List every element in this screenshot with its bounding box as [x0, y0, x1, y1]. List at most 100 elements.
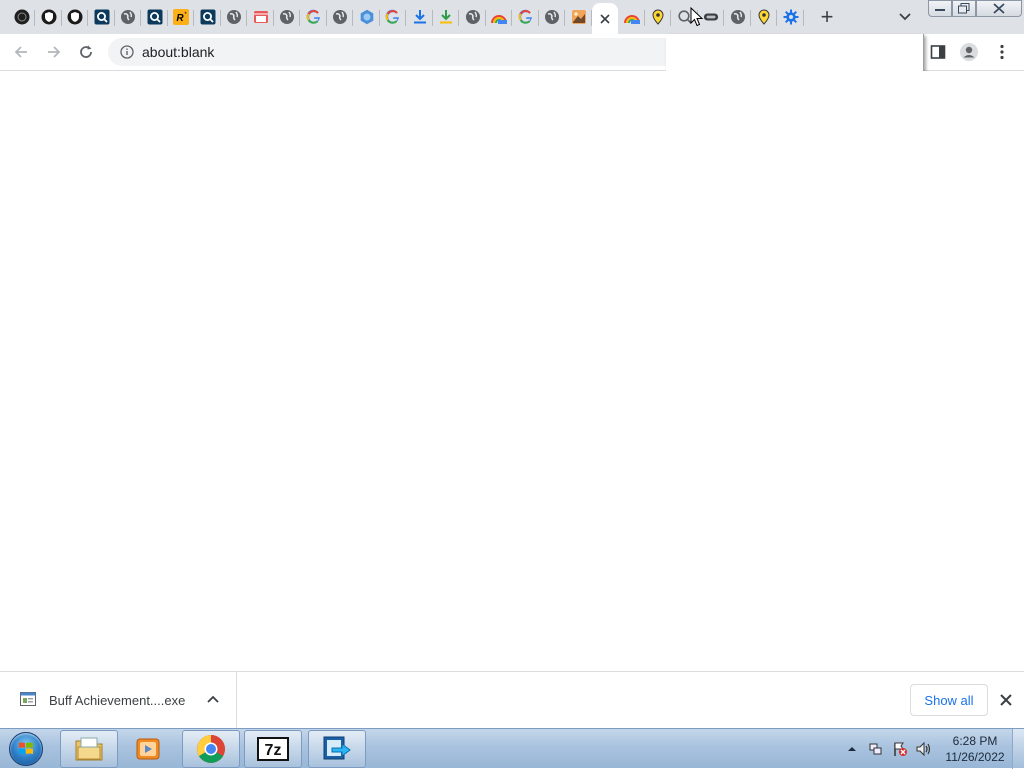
rockstar-icon: R *	[173, 9, 189, 25]
link-icon	[703, 9, 719, 25]
browser-tab[interactable]	[221, 3, 247, 31]
browser-tab[interactable]	[407, 3, 433, 31]
window-controls	[928, 0, 1022, 18]
browser-tab[interactable]	[539, 3, 565, 31]
side-panel-button[interactable]	[924, 38, 952, 66]
browser-tab[interactable]	[301, 3, 327, 31]
browser-tab[interactable]	[513, 3, 539, 31]
arrow-right-icon	[48, 46, 61, 58]
flag-error-icon	[894, 742, 907, 756]
info-icon[interactable]	[120, 45, 134, 59]
windows-logo-icon	[9, 732, 43, 766]
chevron-down-icon	[899, 13, 911, 21]
page-content	[0, 71, 1024, 671]
gear-icon	[783, 9, 799, 25]
photo-icon	[571, 9, 587, 25]
more-vertical-icon	[1000, 44, 1004, 60]
start-button[interactable]	[6, 730, 46, 768]
tab-active[interactable]	[592, 3, 618, 34]
google-icon	[306, 9, 322, 25]
browser-tab[interactable]	[248, 3, 274, 31]
browser-tab[interactable]	[9, 3, 35, 31]
close-icon[interactable]	[597, 11, 613, 27]
browser-tab[interactable]	[433, 3, 459, 31]
taskbar-media-player[interactable]	[120, 730, 176, 768]
exe-file-icon	[20, 692, 36, 706]
taskbar-chrome[interactable]	[182, 730, 240, 768]
browser-tab[interactable]	[327, 3, 353, 31]
taskbar-7zip[interactable]: 7z	[244, 730, 302, 768]
browser-tab[interactable]	[115, 3, 141, 31]
download-filename: Buff Achievement....exe	[49, 693, 186, 708]
taskbar-remote-app[interactable]	[308, 730, 366, 768]
chevron-up-icon	[207, 695, 219, 703]
remote-arrow-icon	[323, 736, 351, 760]
browser-tab[interactable]	[486, 3, 512, 31]
browser-tab[interactable]: R *	[168, 3, 194, 31]
hexagon-icon	[359, 9, 375, 25]
tray-expand-button[interactable]	[842, 739, 862, 759]
minimize-button[interactable]	[928, 0, 952, 17]
browser-tab[interactable]	[566, 3, 592, 31]
tray-volume[interactable]	[914, 739, 934, 759]
browser-tab[interactable]	[619, 3, 645, 31]
browser-tab[interactable]	[36, 3, 62, 31]
close-shelf-button[interactable]	[996, 690, 1016, 710]
globe-icon	[730, 9, 746, 25]
7zip-icon: 7z	[257, 737, 289, 761]
map-pin-icon	[756, 9, 772, 25]
dark-circle-icon	[14, 9, 30, 25]
chrome-icon	[197, 735, 225, 763]
close-window-button[interactable]	[976, 0, 1022, 17]
media-player-icon	[136, 738, 160, 760]
folder-icon	[75, 737, 103, 761]
taskbar-clock[interactable]: 6:28 PM 11/26/2022	[940, 733, 1010, 765]
browser-tab[interactable]	[62, 3, 88, 31]
map-pin-icon	[650, 9, 666, 25]
browser-tab[interactable]	[725, 3, 751, 31]
globe-icon	[332, 9, 348, 25]
address-bar[interactable]: about:blank	[108, 38, 708, 66]
download-shelf: Buff Achievement....exe Show all	[0, 671, 1024, 728]
reload-button[interactable]	[72, 38, 100, 66]
browser-tab[interactable]	[460, 3, 486, 31]
side-panel-icon	[930, 45, 946, 59]
google-icon	[385, 9, 401, 25]
tray-network[interactable]	[866, 739, 886, 759]
forward-button[interactable]	[40, 38, 68, 66]
new-tab-button[interactable]: +	[814, 4, 840, 30]
address-url: about:blank	[142, 44, 215, 60]
system-tray	[840, 729, 936, 769]
tray-action-center[interactable]	[890, 739, 910, 759]
clock-date: 11/26/2022	[945, 750, 1005, 764]
globe-icon	[544, 9, 560, 25]
browser-tab[interactable]	[274, 3, 300, 31]
show-desktop-button[interactable]	[1012, 729, 1024, 769]
browser-tab[interactable]	[142, 3, 168, 31]
tab-search-button[interactable]	[894, 6, 916, 28]
browser-tab[interactable]	[354, 3, 380, 31]
taskbar: 7z 6:28 PM 11/26/2022	[0, 728, 1024, 769]
rainbow-icon	[623, 9, 640, 25]
back-button[interactable]	[7, 38, 35, 66]
browser-tab[interactable]	[645, 3, 671, 31]
search-box-icon	[147, 9, 163, 25]
minimize-icon	[935, 8, 945, 11]
globe-icon	[226, 9, 242, 25]
taskbar-explorer[interactable]	[60, 730, 118, 768]
browser-tab[interactable]	[89, 3, 115, 31]
browser-tab[interactable]	[778, 3, 804, 31]
show-all-button[interactable]: Show all	[910, 684, 988, 716]
browser-tab[interactable]	[751, 3, 777, 31]
restore-button[interactable]	[952, 0, 976, 17]
browser-tab[interactable]	[195, 3, 221, 31]
menu-button[interactable]	[988, 38, 1016, 66]
profile-button[interactable]	[955, 38, 983, 66]
download-item[interactable]: Buff Achievement....exe	[0, 672, 237, 728]
tab-separator	[802, 10, 804, 26]
avatar-icon	[960, 43, 978, 61]
download-menu-button[interactable]	[204, 690, 222, 708]
search-box-icon	[94, 9, 110, 25]
browser-tab[interactable]	[380, 3, 406, 31]
triangle-up-icon	[848, 747, 856, 751]
